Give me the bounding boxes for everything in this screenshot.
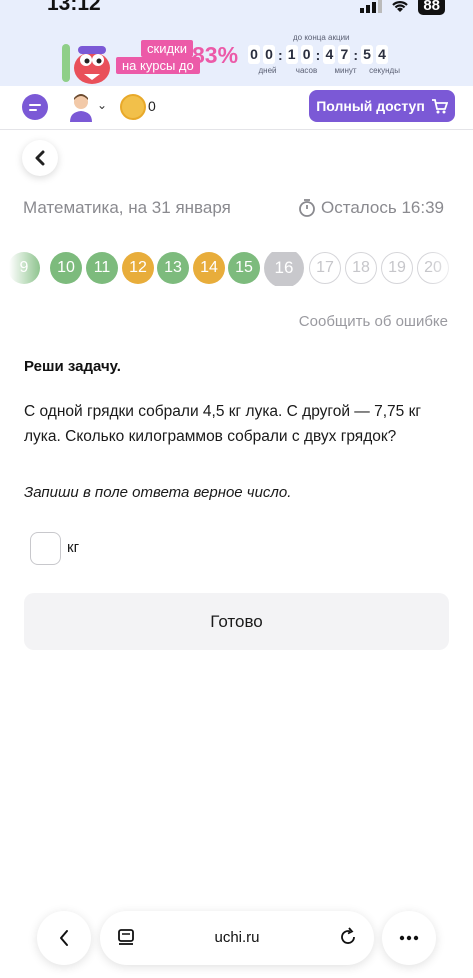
lesson-timer: Осталось 16:39 (298, 198, 444, 218)
progress-item[interactable]: 19 (381, 252, 413, 284)
progress-item[interactable]: 10 (50, 252, 82, 284)
coin-icon (120, 94, 146, 120)
lesson-subject: Математика, на 31 января (23, 198, 231, 217)
countdown-digit: 0 (300, 45, 313, 64)
status-time: 13:12 (47, 0, 101, 15)
answer-input[interactable] (30, 532, 61, 565)
answer-unit: кг (67, 539, 80, 556)
countdown-label-minutes: минут (334, 66, 357, 75)
full-access-button[interactable]: Полный доступ (309, 90, 455, 122)
promo-countdown: до конца акции 0 0 : 1 0 : 4 7 : 5 4 дне… (248, 33, 408, 75)
progress-item[interactable]: 11 (86, 252, 118, 284)
countdown-digit: 7 (338, 45, 351, 64)
url-text: uchi.ru (214, 929, 260, 946)
progress-item[interactable]: 18 (345, 252, 377, 284)
task-title: Реши задачу. (24, 358, 121, 375)
countdown-digit: 1 (285, 45, 298, 64)
countdown-label-days: дней (258, 66, 277, 75)
task-instruction: Запиши в поле ответа верное число. (24, 484, 292, 501)
report-error-link[interactable]: Сообщить об ошибке (299, 313, 448, 330)
countdown-digits: 0 0 : 1 0 : 4 7 : 5 4 (248, 45, 408, 64)
promo-banner[interactable]: 13:12 88 скидки на курсы до 83% до конца… (0, 0, 473, 86)
progress-item[interactable]: 14 (193, 252, 225, 284)
browser-back-button[interactable] (37, 911, 91, 965)
app-header: ⌄ 0 Полный доступ (0, 86, 473, 130)
signal-icon (360, 0, 383, 13)
submit-button[interactable]: Готово (24, 593, 449, 650)
coin-count: 0 (148, 98, 156, 114)
progress-item[interactable]: 12 (122, 252, 154, 284)
progress-item-current[interactable]: 16 (264, 252, 304, 286)
chevron-down-icon[interactable]: ⌄ (97, 98, 107, 112)
countdown-digit: 0 (263, 45, 275, 64)
countdown-title: до конца акции (293, 33, 350, 42)
task-text: С одной грядки собрали 4,5 кг лука. С др… (24, 403, 422, 445)
countdown-label-seconds: секунды (369, 66, 400, 75)
battery-indicator: 88 (418, 0, 445, 15)
countdown-label-hours: часов (295, 66, 318, 75)
chevron-left-icon (60, 930, 68, 946)
promo-tag-discount: скидки (141, 40, 193, 57)
chevron-left-icon (35, 150, 45, 166)
countdown-digit: 4 (376, 45, 389, 64)
more-button[interactable] (382, 911, 436, 965)
browser-toolbar: uchi.ru (0, 905, 473, 978)
wifi-icon (392, 0, 409, 12)
address-bar[interactable]: uchi.ru (100, 911, 374, 965)
progress-item[interactable]: 17 (309, 252, 341, 284)
page: 13:12 88 скидки на курсы до 83% до конца… (0, 0, 473, 978)
back-button[interactable] (22, 140, 58, 176)
cart-icon (431, 98, 448, 113)
timer-text: Осталось 16:39 (321, 198, 444, 217)
stopwatch-icon (299, 199, 315, 217)
countdown-labels: дней часов минут секунды (248, 66, 408, 75)
chat-icon[interactable] (22, 94, 48, 120)
promo-tag-courses: на курсы до (116, 57, 200, 74)
full-access-label: Полный доступ (316, 98, 425, 114)
more-icon (399, 935, 419, 941)
progress-item[interactable]: 15 (228, 252, 260, 284)
promo-percent: 83% (192, 42, 239, 68)
task-progress: 9 10 11 12 13 14 15 16 17 18 19 20 (0, 252, 473, 286)
countdown-digit: 0 (248, 45, 260, 64)
status-icons: 88 (360, 0, 445, 15)
progress-item[interactable]: 13 (157, 252, 189, 284)
countdown-digit: 4 (323, 45, 336, 64)
mascot-illustration (62, 44, 110, 84)
avatar[interactable] (68, 92, 94, 122)
reload-icon[interactable] (338, 927, 358, 947)
countdown-digit: 5 (361, 45, 374, 64)
